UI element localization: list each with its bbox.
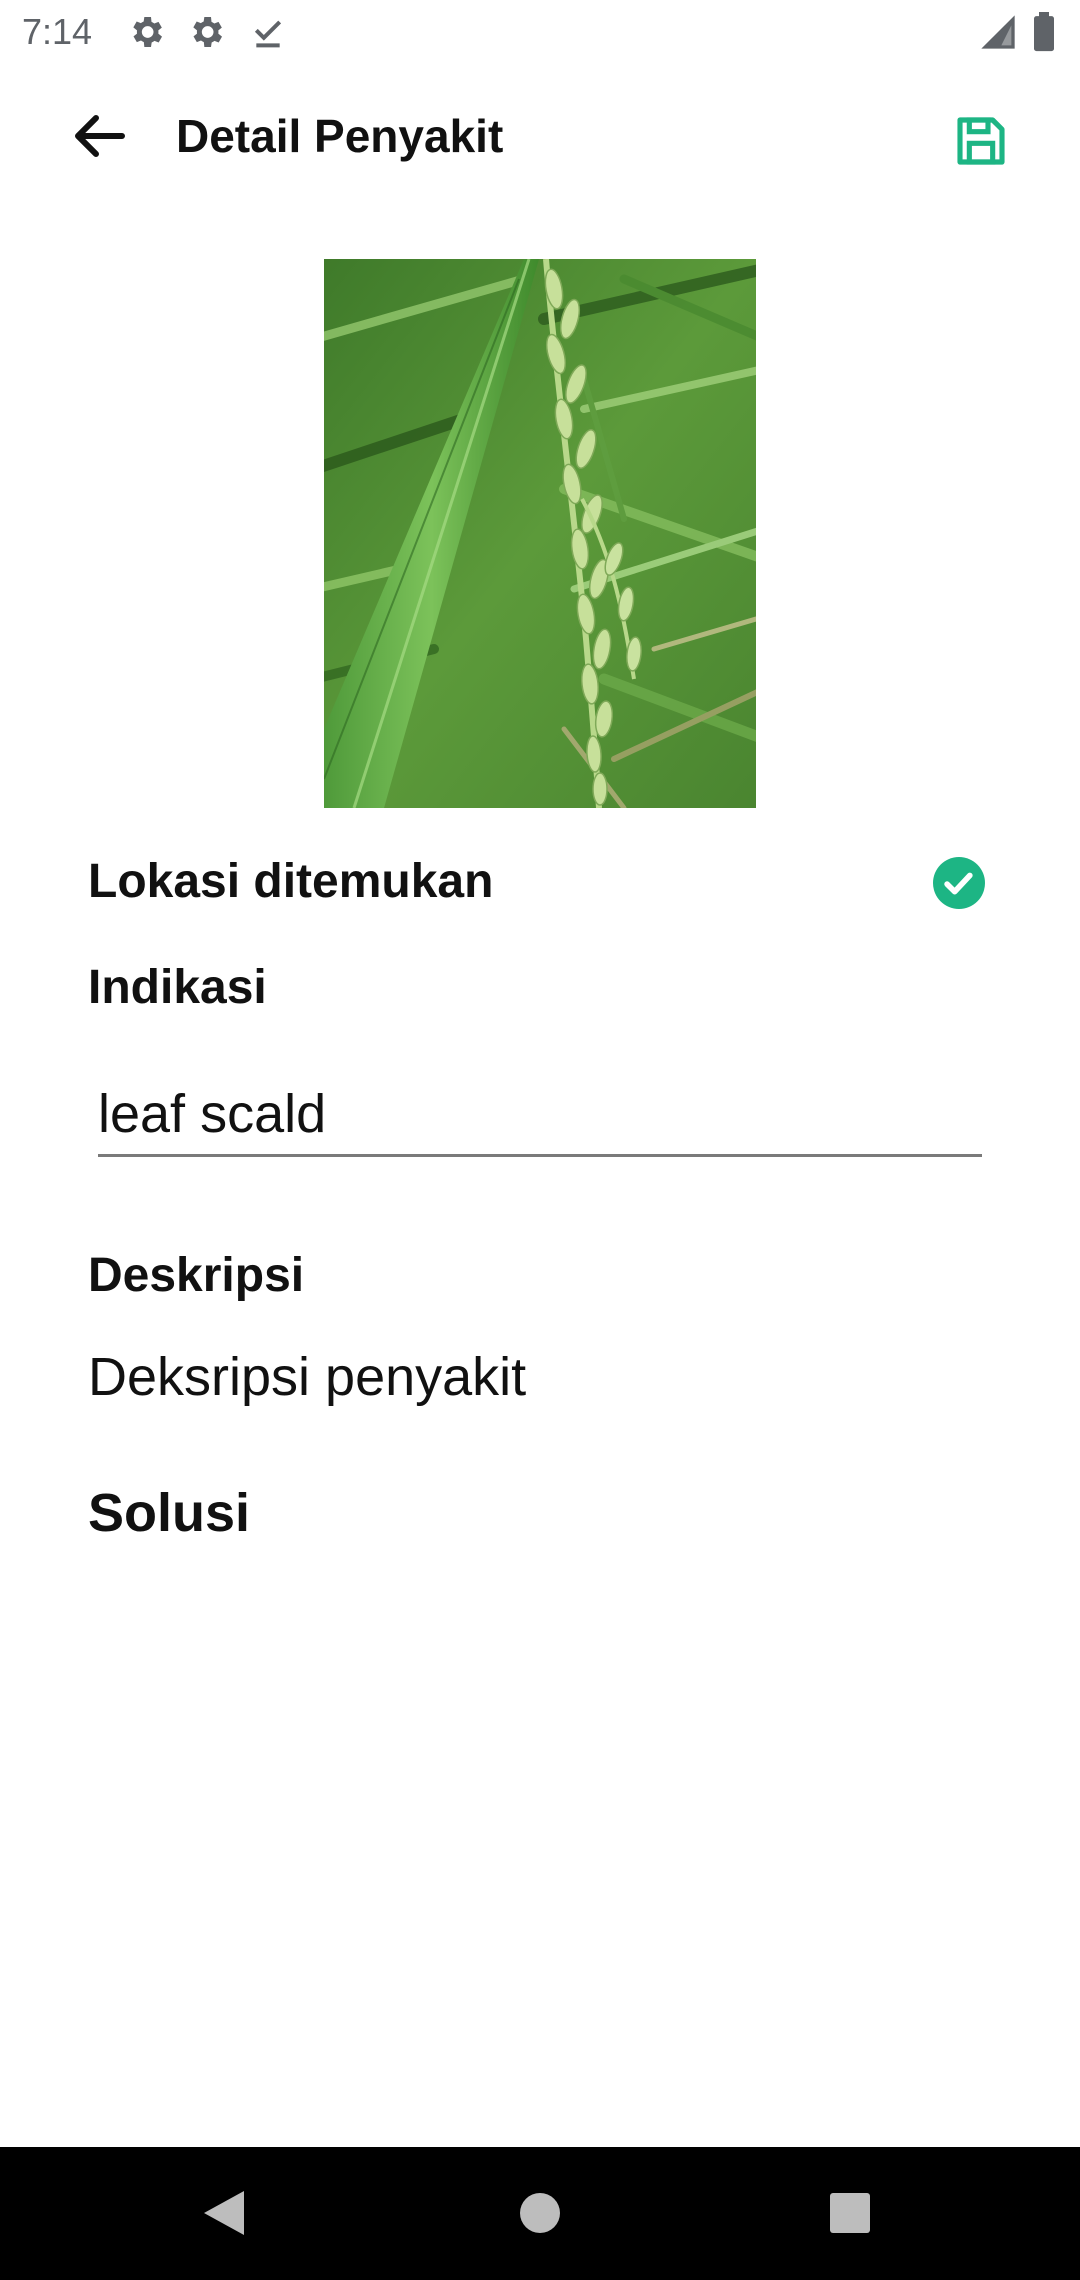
page-title: Detail Penyakit xyxy=(176,110,504,162)
nav-back-button[interactable] xyxy=(200,2187,248,2244)
arrow-left-icon xyxy=(74,114,126,163)
app-bar: Detail Penyakit xyxy=(0,66,1080,206)
circle-home-icon xyxy=(518,2193,562,2243)
deskripsi-text: Deksripsi penyakit xyxy=(88,1347,527,1407)
back-button[interactable] xyxy=(60,106,140,170)
location-label: Lokasi ditemukan xyxy=(88,855,494,908)
floppy-disk-icon xyxy=(953,113,1009,174)
status-time: 7:14 xyxy=(22,11,93,52)
location-row: Lokasi ditemukan xyxy=(88,852,988,912)
nav-recents-button[interactable] xyxy=(828,2187,872,2244)
save-button[interactable] xyxy=(940,102,1022,184)
detail-penyakit-screen: 7:14 Detail Penyakit Lokasi ditemukan In… xyxy=(0,0,1080,2280)
indikasi-input[interactable] xyxy=(98,1074,982,1157)
system-nav-bar xyxy=(0,2147,1080,2280)
settings-gear-icon-2 xyxy=(186,12,226,57)
indikasi-label: Indikasi xyxy=(88,961,267,1014)
nav-home-button[interactable] xyxy=(518,2187,562,2244)
square-recents-icon xyxy=(828,2193,872,2243)
download-done-icon xyxy=(248,12,288,57)
triangle-back-icon xyxy=(200,2191,248,2243)
cell-signal-icon xyxy=(978,12,1018,57)
deskripsi-label: Deskripsi xyxy=(88,1249,305,1302)
settings-gear-icon xyxy=(126,12,166,57)
solusi-label: Solusi xyxy=(88,1483,251,1543)
status-bar: 7:14 xyxy=(0,0,1080,66)
check-circle-icon xyxy=(933,857,985,909)
battery-icon xyxy=(1030,12,1058,57)
disease-photo xyxy=(324,259,756,808)
